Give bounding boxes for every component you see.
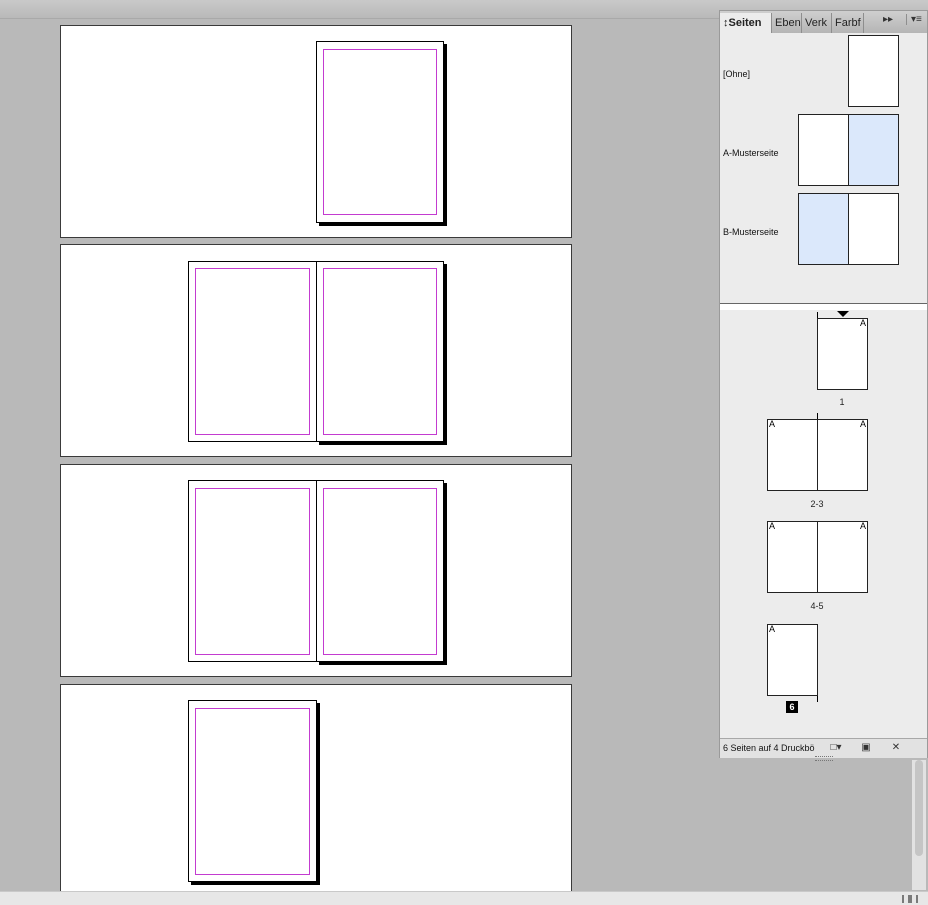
- tab-farbfelder[interactable]: Farbf: [832, 13, 864, 33]
- page-6[interactable]: [188, 700, 317, 882]
- margin-guides: [323, 49, 437, 215]
- panel-tab-bar: ↕Seiten Eben Verk Farbf ▸▸ ▾≡: [720, 11, 927, 34]
- master-a-left[interactable]: [798, 114, 849, 186]
- split-grip-icon[interactable]: [902, 895, 910, 903]
- trash-icon[interactable]: ✕: [890, 742, 902, 754]
- spread-4-5[interactable]: [60, 464, 572, 677]
- spread-2-3[interactable]: [60, 244, 572, 457]
- master-label-b: B-Musterseite: [723, 227, 779, 237]
- page-2[interactable]: [188, 261, 317, 442]
- margin-guides: [195, 268, 310, 435]
- margin-guides: [195, 488, 310, 655]
- tab-ebenen[interactable]: Eben: [772, 13, 802, 33]
- pages-thumb-4[interactable]: A: [767, 521, 818, 593]
- pages-thumb-2[interactable]: A: [767, 419, 818, 491]
- page-size-icon[interactable]: □▾: [830, 742, 842, 754]
- master-thumb-none[interactable]: [848, 35, 899, 107]
- page-5[interactable]: [316, 480, 444, 662]
- panel-menu-icon[interactable]: ▾≡: [906, 14, 922, 25]
- master-label-none: [Ohne]: [723, 69, 751, 79]
- page-4[interactable]: [188, 480, 317, 662]
- horizontal-scrollbar[interactable]: [0, 891, 928, 905]
- pages-thumb-6[interactable]: A: [767, 624, 818, 696]
- panel-resize-grip-icon[interactable]: [815, 756, 833, 761]
- master-letter: A: [769, 624, 776, 634]
- margin-guides: [323, 488, 437, 655]
- more-tabs-icon[interactable]: ▸▸: [883, 14, 893, 25]
- page-number-4-5: 4-5: [810, 601, 824, 611]
- spread-1[interactable]: [60, 25, 572, 238]
- page-number-1: 1: [839, 397, 845, 407]
- document-pages-section: A 1 A A 2-3 A A 4-5 A 6: [720, 310, 927, 738]
- master-pages-section: [Ohne] A-Musterseite B-Musterseite: [720, 33, 927, 303]
- pages-thumb-5[interactable]: A: [817, 521, 868, 593]
- master-b-right[interactable]: [848, 193, 899, 265]
- master-a-right[interactable]: [848, 114, 899, 186]
- master-letter: A: [859, 521, 866, 531]
- master-letter: A: [859, 419, 866, 429]
- scroll-thumb[interactable]: [915, 760, 923, 856]
- spread-6[interactable]: [60, 684, 572, 905]
- page-1[interactable]: [316, 41, 444, 223]
- panel-footer: 6 Seiten auf 4 Druckbö □▾ ▣ ✕: [720, 738, 927, 758]
- page-count-text: 6 Seiten auf 4 Druckbö: [723, 743, 815, 753]
- page-3[interactable]: [316, 261, 444, 442]
- new-page-icon[interactable]: ▣: [860, 742, 872, 754]
- pages-thumb-1[interactable]: A: [817, 318, 868, 390]
- master-label-a: A-Musterseite: [723, 148, 779, 158]
- master-letter: A: [769, 521, 776, 531]
- page-number-2-3: 2-3: [810, 499, 824, 509]
- vertical-scrollbar[interactable]: [912, 760, 926, 890]
- margin-guides: [195, 708, 310, 875]
- tab-verknuepfungen[interactable]: Verk: [802, 13, 832, 33]
- master-letter: A: [769, 419, 776, 429]
- pages-thumb-3[interactable]: A: [817, 419, 868, 491]
- master-b-left[interactable]: [798, 193, 849, 265]
- pages-panel: ↕Seiten Eben Verk Farbf ▸▸ ▾≡ [Ohne] A-M…: [719, 10, 928, 761]
- page-number-6: 6: [786, 701, 798, 713]
- margin-guides: [323, 268, 437, 435]
- tab-seiten[interactable]: ↕Seiten: [720, 13, 772, 34]
- master-letter: A: [859, 318, 866, 328]
- split-grip-icon[interactable]: [910, 895, 918, 903]
- first-page-marker-icon: [837, 311, 849, 317]
